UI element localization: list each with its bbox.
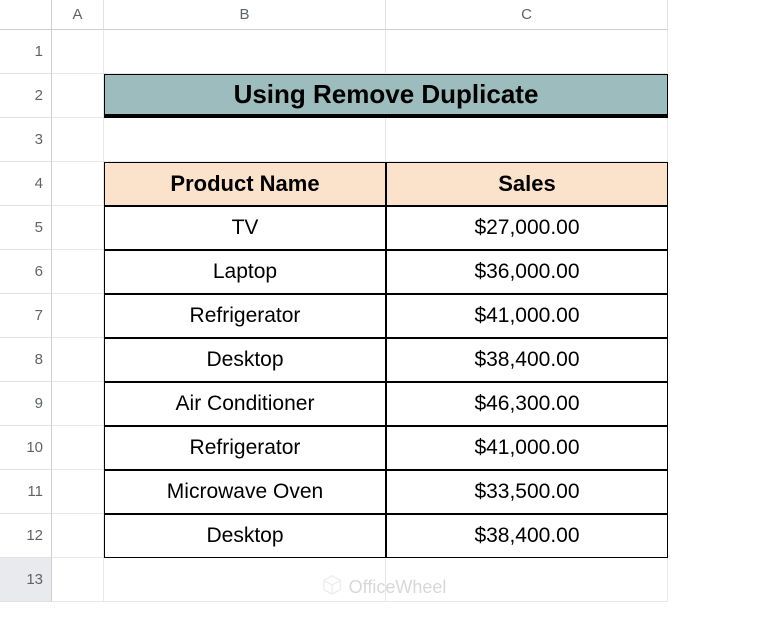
- cell-a13[interactable]: [52, 558, 104, 602]
- table-row[interactable]: Refrigerator: [104, 426, 386, 470]
- row-header-13[interactable]: 13: [0, 558, 52, 602]
- table-row[interactable]: $38,400.00: [386, 514, 668, 558]
- col-header-b[interactable]: B: [104, 0, 386, 30]
- cell-a2[interactable]: [52, 74, 104, 118]
- table-row[interactable]: Desktop: [104, 338, 386, 382]
- table-row[interactable]: Desktop: [104, 514, 386, 558]
- table-row[interactable]: TV: [104, 206, 386, 250]
- row-header-4[interactable]: 4: [0, 162, 52, 206]
- cell-b1[interactable]: [104, 30, 386, 74]
- corner-cell[interactable]: [0, 0, 52, 30]
- cell-a8[interactable]: [52, 338, 104, 382]
- row-header-6[interactable]: 6: [0, 250, 52, 294]
- table-row[interactable]: Refrigerator: [104, 294, 386, 338]
- cell-a10[interactable]: [52, 426, 104, 470]
- spreadsheet-grid: A B C 1 2 Using Remove Duplicate 3 4 Pro…: [0, 0, 767, 602]
- table-header-product[interactable]: Product Name: [104, 162, 386, 206]
- row-header-2[interactable]: 2: [0, 74, 52, 118]
- cell-a12[interactable]: [52, 514, 104, 558]
- cell-b13[interactable]: [104, 558, 386, 602]
- row-header-1[interactable]: 1: [0, 30, 52, 74]
- cell-a3[interactable]: [52, 118, 104, 162]
- cell-a4[interactable]: [52, 162, 104, 206]
- table-row[interactable]: $46,300.00: [386, 382, 668, 426]
- table-row[interactable]: Air Conditioner: [104, 382, 386, 426]
- row-header-7[interactable]: 7: [0, 294, 52, 338]
- table-header-sales[interactable]: Sales: [386, 162, 668, 206]
- cell-c3[interactable]: [386, 118, 668, 162]
- table-row[interactable]: $27,000.00: [386, 206, 668, 250]
- col-header-a[interactable]: A: [52, 0, 104, 30]
- cell-a7[interactable]: [52, 294, 104, 338]
- row-header-12[interactable]: 12: [0, 514, 52, 558]
- cell-a5[interactable]: [52, 206, 104, 250]
- row-header-10[interactable]: 10: [0, 426, 52, 470]
- row-header-9[interactable]: 9: [0, 382, 52, 426]
- cell-a9[interactable]: [52, 382, 104, 426]
- cell-a6[interactable]: [52, 250, 104, 294]
- row-header-3[interactable]: 3: [0, 118, 52, 162]
- row-header-11[interactable]: 11: [0, 470, 52, 514]
- cell-a1[interactable]: [52, 30, 104, 74]
- table-row[interactable]: $36,000.00: [386, 250, 668, 294]
- table-row[interactable]: $41,000.00: [386, 294, 668, 338]
- cell-a11[interactable]: [52, 470, 104, 514]
- title-cell[interactable]: Using Remove Duplicate: [104, 74, 668, 118]
- table-row[interactable]: Laptop: [104, 250, 386, 294]
- table-row[interactable]: $33,500.00: [386, 470, 668, 514]
- cell-c13[interactable]: [386, 558, 668, 602]
- cell-c1[interactable]: [386, 30, 668, 74]
- col-header-c[interactable]: C: [386, 0, 668, 30]
- row-header-5[interactable]: 5: [0, 206, 52, 250]
- table-row[interactable]: Microwave Oven: [104, 470, 386, 514]
- table-row[interactable]: $41,000.00: [386, 426, 668, 470]
- cell-b3[interactable]: [104, 118, 386, 162]
- table-row[interactable]: $38,400.00: [386, 338, 668, 382]
- row-header-8[interactable]: 8: [0, 338, 52, 382]
